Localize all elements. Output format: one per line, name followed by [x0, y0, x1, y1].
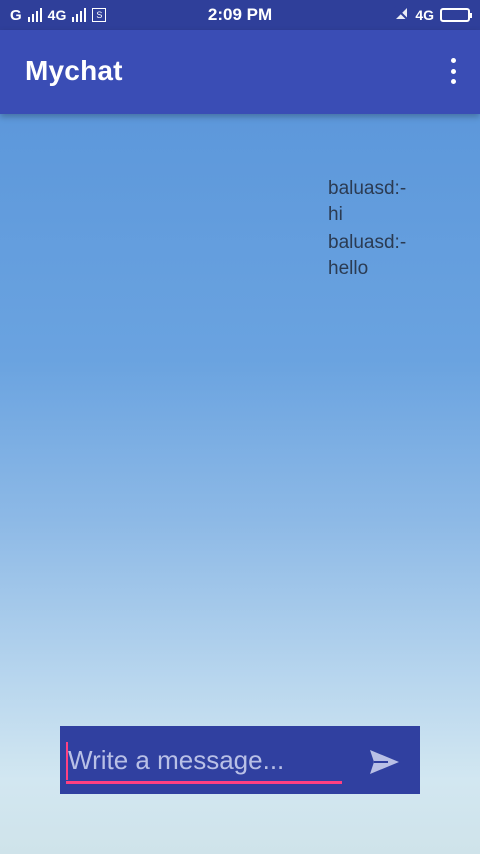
input-underline	[66, 781, 342, 784]
signal-icon-2	[72, 8, 87, 22]
message-sender: baluasd:-	[328, 232, 407, 253]
network-type-right: 4G	[415, 7, 434, 23]
signal-icon	[27, 8, 42, 22]
app-title: Mychat	[25, 55, 123, 86]
carrier-label: G	[10, 6, 22, 24]
mute-icon	[393, 5, 409, 26]
network-type-label: 4G	[47, 7, 67, 23]
battery-icon	[440, 8, 472, 22]
send-button[interactable]	[368, 748, 402, 776]
message-input[interactable]	[66, 740, 342, 780]
status-left-group: G 4G S	[10, 0, 107, 30]
text-cursor	[66, 742, 68, 780]
message-list: baluasd:- hi baluasd:- hello	[328, 176, 468, 284]
message-text: hello	[328, 258, 369, 279]
message-text: hi	[328, 204, 343, 225]
message-item: baluasd:- hi	[328, 176, 468, 228]
message-composer	[60, 726, 420, 794]
status-bar: G 4G S 2:09 PM 4G	[0, 0, 480, 30]
send-icon	[370, 750, 399, 774]
sim-icon: S	[92, 8, 107, 22]
message-item: baluasd:- hello	[328, 230, 468, 282]
message-sender: baluasd:-	[328, 178, 407, 199]
app-bar: Mychat	[0, 30, 480, 114]
overflow-menu-icon[interactable]	[446, 56, 460, 86]
status-right-group: 4G	[393, 0, 472, 30]
